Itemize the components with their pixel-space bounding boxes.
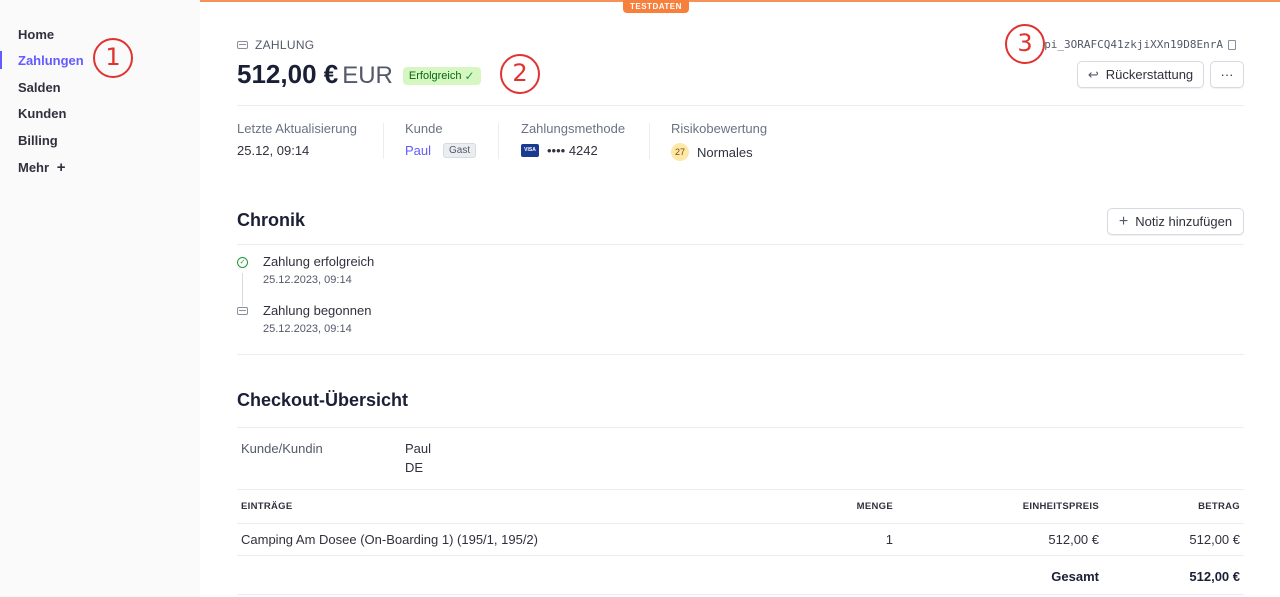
line-item-quantity: 1 — [885, 532, 893, 547]
refund-button-label: Rückerstattung — [1105, 67, 1194, 82]
add-note-label: Notiz hinzufügen — [1135, 214, 1233, 229]
sidebar-item-billing[interactable]: Billing — [18, 133, 58, 148]
status-badge: Erfolgreich ✓ — [402, 67, 481, 85]
payment-id-text: pi_3ORAFCQ41zkjiXXn19D8EnrA — [1044, 38, 1223, 51]
column-header-quantity: MENGE — [856, 501, 893, 512]
summary-last-update: Letzte Aktualisierung 25.12, 09:14 — [237, 121, 357, 158]
payment-icon — [237, 307, 248, 318]
add-note-button[interactable]: + Notiz hinzufügen — [1107, 208, 1244, 235]
total-amount: 512,00 € — [1189, 569, 1240, 584]
timeline-event: Zahlung erfolgreich 25.12.2023, 09:14 — [263, 254, 374, 286]
summary-payment-method: Zahlungsmethode VISA •••• 4242 — [521, 121, 625, 158]
annotation-1: 1 — [93, 38, 133, 78]
summary-customer: Kunde Paul Gast — [405, 121, 477, 158]
plus-icon: + — [56, 159, 66, 176]
summary-label: Risikobewertung — [671, 121, 768, 136]
payment-amount: 512,00 € — [237, 59, 339, 89]
sidebar-item-home[interactable]: Home — [18, 27, 54, 42]
column-header-unit-price: EINHEITSPREIS — [1022, 501, 1099, 512]
summary-value: Paul Gast — [405, 143, 477, 158]
timeline-connector — [242, 273, 243, 306]
payment-id[interactable]: pi_3ORAFCQ41zkjiXXn19D8EnrA — [1044, 38, 1236, 51]
summary-separator — [649, 123, 650, 159]
summary-value: VISA •••• 4242 — [521, 143, 625, 158]
checkout-customer-country: DE — [405, 460, 424, 475]
plus-icon: + — [1118, 212, 1129, 230]
checkout-customer-label: Kunde/Kundin — [241, 441, 323, 456]
card-last4: •••• 4242 — [547, 143, 598, 158]
line-item-amount: 512,00 € — [1189, 532, 1240, 547]
header-divider — [237, 105, 1244, 106]
total-label: Gesamt — [1051, 569, 1099, 584]
table-divider — [237, 594, 1244, 595]
timeline-divider — [237, 244, 1244, 245]
sidebar-item-label: Mehr — [18, 160, 50, 175]
check-icon: ✓ — [464, 69, 475, 83]
visa-card-icon: VISA — [521, 144, 539, 157]
annotation-2: 2 — [500, 54, 540, 94]
amount-row: 512,00 € EUR Erfolgreich ✓ — [237, 59, 481, 90]
table-divider — [237, 555, 1244, 556]
sidebar-item-kunden[interactable]: Kunden — [18, 106, 66, 121]
payment-currency: EUR — [342, 62, 393, 89]
refund-button[interactable]: ↩ Rückerstattung — [1077, 61, 1204, 88]
summary-label: Zahlungsmethode — [521, 121, 626, 136]
timeline-event-date: 25.12.2023, 09:14 — [263, 323, 352, 335]
sidebar-item-salden[interactable]: Salden — [18, 80, 61, 95]
timeline-event-title: Zahlung erfolgreich — [263, 254, 375, 269]
summary-value: 25.12, 09:14 — [237, 143, 310, 158]
column-header-items: EINTRÄGE — [241, 501, 293, 512]
line-item-name: Camping Am Dosee (On-Boarding 1) (195/1,… — [241, 532, 538, 547]
risk-level: Normales — [697, 144, 753, 160]
timeline-event: Zahlung begonnen 25.12.2023, 09:14 — [263, 303, 371, 335]
success-check-icon: ✓ — [237, 257, 248, 268]
timeline-event-date: 25.12.2023, 09:14 — [263, 274, 352, 286]
annotation-3: 3 — [1005, 24, 1045, 64]
customer-link[interactable]: Paul — [405, 143, 431, 158]
checkout-title: Checkout-Übersicht — [237, 390, 409, 410]
guest-badge: Gast — [443, 143, 477, 158]
summary-label: Kunde — [405, 121, 443, 136]
sidebar-item-mehr[interactable]: Mehr + — [18, 159, 65, 176]
checkout-divider — [237, 427, 1244, 428]
checkout-customer-name: Paul — [405, 441, 432, 456]
summary-value: 27 Normales — [671, 143, 767, 161]
summary-label: Letzte Aktualisierung — [237, 121, 357, 136]
summary-separator — [498, 123, 499, 159]
payment-icon — [237, 41, 248, 49]
timeline-event-title: Zahlung begonnen — [263, 303, 372, 318]
kicker-label: ZAHLUNG — [255, 38, 315, 52]
more-actions-button[interactable]: ··· — [1210, 61, 1244, 88]
page-kicker: ZAHLUNG — [237, 38, 314, 52]
column-header-amount: BETRAG — [1198, 501, 1240, 512]
timeline-title: Chronik — [237, 210, 306, 230]
sidebar-item-zahlungen[interactable]: Zahlungen — [18, 53, 84, 68]
risk-score-badge: 27 — [671, 143, 689, 161]
table-divider — [237, 489, 1244, 490]
test-data-badge: TESTDATEN — [623, 0, 689, 13]
summary-risk: Risikobewertung 27 Normales — [671, 121, 767, 161]
active-indicator — [0, 51, 2, 69]
sidebar: Home Zahlungen Salden Kunden Billing Meh… — [0, 0, 200, 597]
more-icon: ··· — [1220, 67, 1234, 82]
section-divider — [237, 354, 1244, 355]
summary-separator — [383, 123, 384, 159]
line-item-unit-price: 512,00 € — [1048, 532, 1099, 547]
undo-arrow-icon: ↩ — [1087, 66, 1099, 82]
status-label: Erfolgreich — [408, 70, 462, 82]
table-divider — [237, 523, 1244, 524]
copy-icon[interactable] — [1228, 39, 1236, 50]
